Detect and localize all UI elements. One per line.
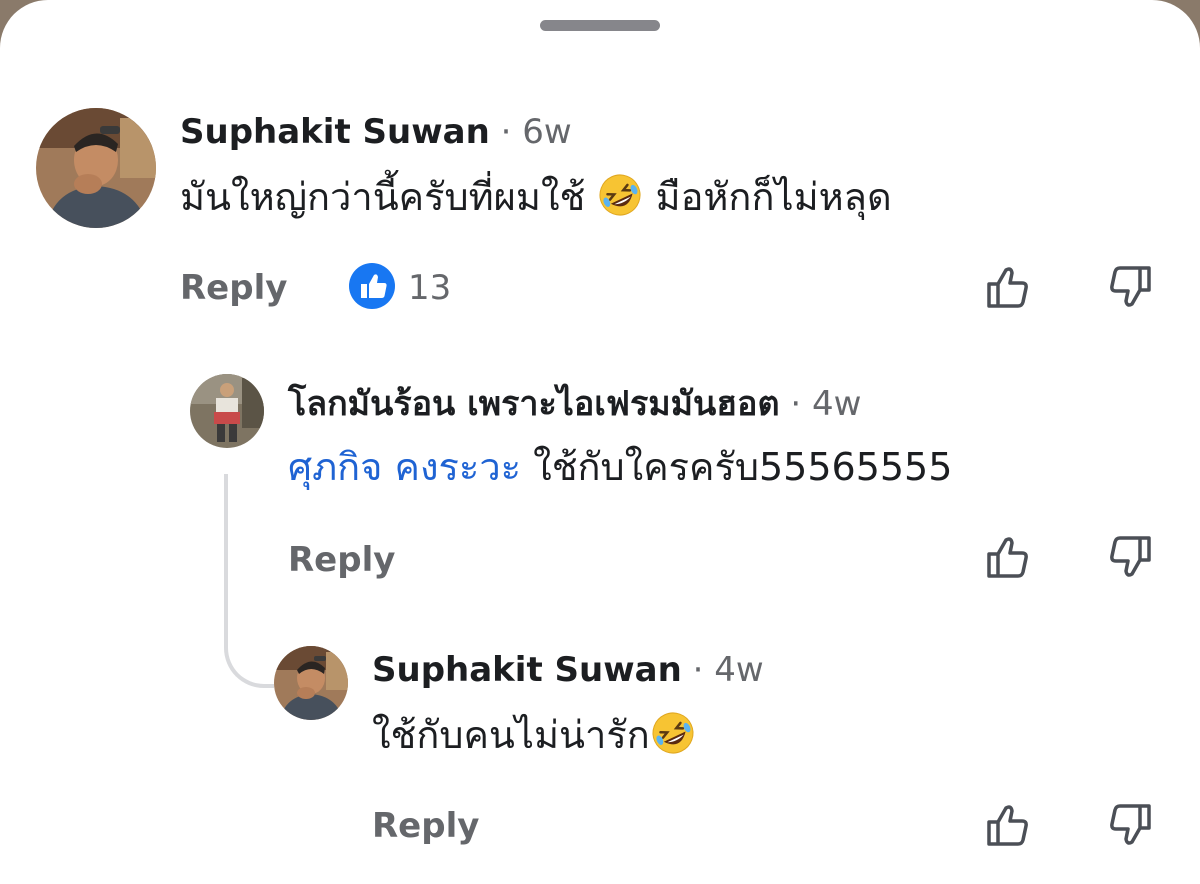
comment-text: มันใหญ่กว่านี้ครับที่ผมใช้ มือหักก็ไม่หล…: [180, 172, 892, 228]
reply-button[interactable]: Reply: [288, 540, 395, 580]
comment-text-part: มันใหญ่กว่านี้ครับที่ผมใช้: [180, 175, 586, 219]
comment-text: ศุภกิจ คงระวะ ใช้กับใครครับ55565555: [288, 444, 952, 490]
comment-header: โลกมันร้อน เพราะไอเฟรมมันฮอต · 4w: [288, 384, 861, 424]
thread-connector: [224, 474, 274, 688]
drag-handle[interactable]: [540, 20, 660, 31]
mention-link[interactable]: ศุภกิจ คงระวะ: [288, 445, 521, 489]
avatar[interactable]: [190, 374, 264, 448]
rofl-emoji-icon: [650, 710, 696, 766]
comments-sheet: Suphakit Suwan · 6w มันใหญ่กว่านี้ครับที…: [0, 0, 1200, 884]
separator-dot: ·: [692, 650, 704, 690]
downvote-icon[interactable]: [1104, 532, 1154, 582]
comment-text: ใช้กับคนไม่น่ารัก: [372, 710, 696, 766]
comment-text-part: มือหักก็ไม่หลุด: [655, 175, 892, 219]
separator-dot: ·: [500, 112, 512, 152]
downvote-icon[interactable]: [1104, 262, 1154, 312]
upvote-icon[interactable]: [984, 262, 1034, 312]
comment-header: Suphakit Suwan · 6w: [180, 112, 572, 152]
timestamp: 4w: [811, 384, 862, 424]
like-reaction-icon[interactable]: [348, 262, 396, 310]
separator-dot: ·: [790, 384, 802, 424]
timestamp: 6w: [522, 112, 572, 152]
rofl-emoji-icon: [597, 172, 643, 228]
author-name[interactable]: Suphakit Suwan: [372, 650, 682, 690]
timestamp: 4w: [714, 650, 764, 690]
avatar[interactable]: [274, 646, 348, 720]
author-name[interactable]: Suphakit Suwan: [180, 112, 490, 152]
upvote-icon[interactable]: [984, 532, 1034, 582]
author-name[interactable]: โลกมันร้อน เพราะไอเฟรมมันฮอต: [288, 384, 780, 424]
comment-text-part: ใช้กับใครครับ55565555: [533, 445, 953, 489]
upvote-icon[interactable]: [984, 800, 1034, 850]
avatar[interactable]: [36, 108, 156, 228]
reaction-count[interactable]: 13: [408, 268, 451, 308]
comment-text-part: ใช้กับคนไม่น่ารัก: [372, 713, 650, 757]
comment-header: Suphakit Suwan · 4w: [372, 650, 764, 690]
reply-button[interactable]: Reply: [372, 806, 479, 846]
downvote-icon[interactable]: [1104, 800, 1154, 850]
reply-button[interactable]: Reply: [180, 268, 287, 308]
